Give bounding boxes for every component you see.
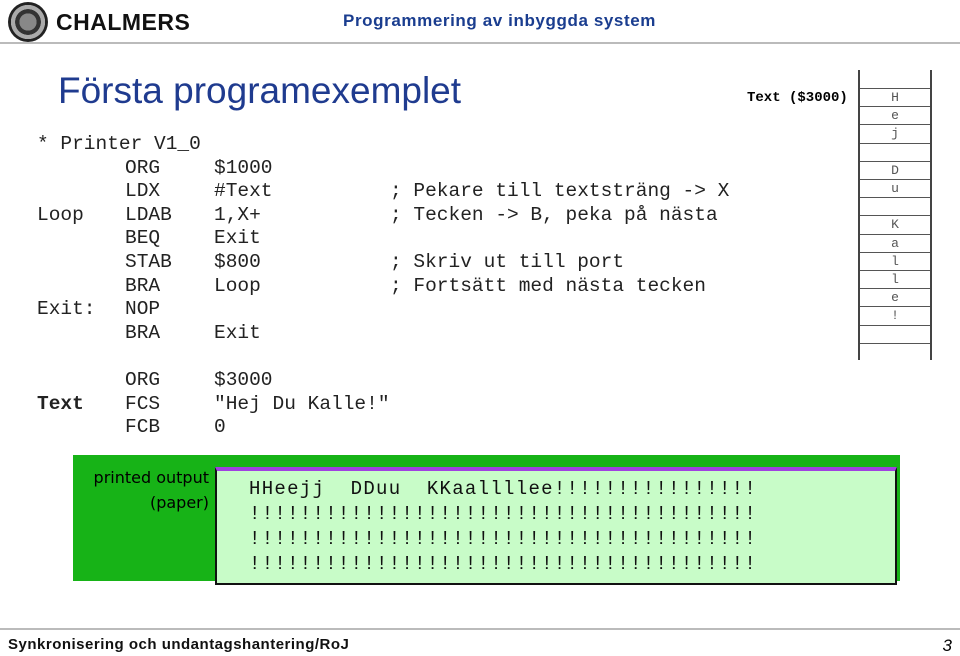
- memory-cell: j: [860, 124, 930, 143]
- memory-cell: !: [860, 306, 930, 325]
- memory-cell: [860, 324, 930, 344]
- printed-line: !!!!!!!!!!!!!!!!!!!!!!!!!!!!!!!!!!!!!!!!: [249, 528, 758, 550]
- page-number: 3: [942, 636, 952, 655]
- memory-cell: l: [860, 251, 930, 271]
- code-op: FCB: [125, 416, 161, 439]
- code-op: ORG: [125, 369, 161, 391]
- code-arg: "Hej Du Kalle!": [214, 392, 390, 415]
- code-label: * Printer V1_0: [37, 133, 201, 155]
- code-label: Exit:: [37, 298, 96, 321]
- memory-cell: u: [860, 179, 930, 198]
- memory-cell: e: [860, 288, 930, 307]
- printer-output-panel: printed output (paper) HHeejj DDuu KKaal…: [73, 455, 900, 585]
- logo-text: CHALMERS: [56, 8, 191, 35]
- code-op: BRA: [125, 274, 161, 297]
- code-arg: Exit: [214, 321, 261, 344]
- memory-cell: [860, 197, 930, 216]
- code-label: Text: [37, 392, 84, 415]
- footer-divider: [0, 628, 960, 630]
- code-arg: $3000: [214, 369, 273, 391]
- code-op: BEQ: [125, 227, 161, 250]
- code-arg: Loop: [214, 274, 261, 297]
- memory-cell: K: [860, 215, 930, 234]
- code-op: LDX: [125, 180, 161, 203]
- code-comment: ; Fortsätt med nästa tecken: [390, 274, 706, 297]
- code-arg: 0: [214, 416, 226, 439]
- code-arg: 1,X+: [214, 203, 261, 226]
- code-op: NOP: [125, 298, 161, 321]
- memory-label: Text ($3000): [747, 90, 848, 106]
- memory-cell-divider: [860, 342, 930, 362]
- memory-cell: a: [860, 233, 930, 253]
- printed-line: !!!!!!!!!!!!!!!!!!!!!!!!!!!!!!!!!!!!!!!!: [249, 503, 758, 525]
- chalmers-logo: CHALMERS: [8, 2, 190, 42]
- slide-title: Första programexemplet: [58, 70, 462, 111]
- printer-label-line1: printed output: [93, 468, 209, 487]
- printed-paper: HHeejj DDuu KKaallllee!!!!!!!!!!!!!!!!!!…: [215, 467, 897, 585]
- code-arg: $1000: [214, 156, 273, 179]
- memory-cell: e: [860, 106, 930, 125]
- memory-cell: H: [860, 88, 930, 107]
- code-arg: #Text: [214, 180, 273, 203]
- printed-line: HHeejj DDuu KKaallllee!!!!!!!!!!!!!!!!: [249, 478, 758, 500]
- printed-line: !!!!!!!!!!!!!!!!!!!!!!!!!!!!!!!!!!!!!!!!: [249, 553, 758, 575]
- code-op: LDAB: [125, 203, 172, 226]
- code-op: STAB: [125, 251, 172, 273]
- code-comment: ; Skriv ut till port: [390, 251, 625, 273]
- code-comment: ; Tecken -> B, peka på nästa: [390, 203, 718, 226]
- code-comment: ; Pekare till textsträng -> X: [390, 180, 730, 203]
- memory-cell: l: [860, 270, 930, 289]
- code-label: Loop: [37, 203, 84, 226]
- code-op: ORG: [125, 156, 161, 179]
- memory-cell: D: [860, 160, 930, 180]
- header-divider: [0, 42, 960, 44]
- memory-diagram: He j Du Ka l l e!: [858, 70, 932, 360]
- code-arg: Exit: [214, 227, 261, 250]
- printer-label: printed output (paper): [77, 465, 209, 515]
- course-title: Programmering av inbyggda system: [343, 11, 657, 30]
- memory-cell: [860, 142, 930, 162]
- printer-label-line2: (paper): [149, 493, 209, 512]
- footer-text: Synkronisering och undantagshantering/Ro…: [8, 636, 350, 653]
- code-arg: $800: [214, 251, 261, 273]
- code-op: FCS: [125, 392, 161, 415]
- code-op: BRA: [125, 321, 161, 344]
- chalmers-seal-icon: [8, 2, 48, 42]
